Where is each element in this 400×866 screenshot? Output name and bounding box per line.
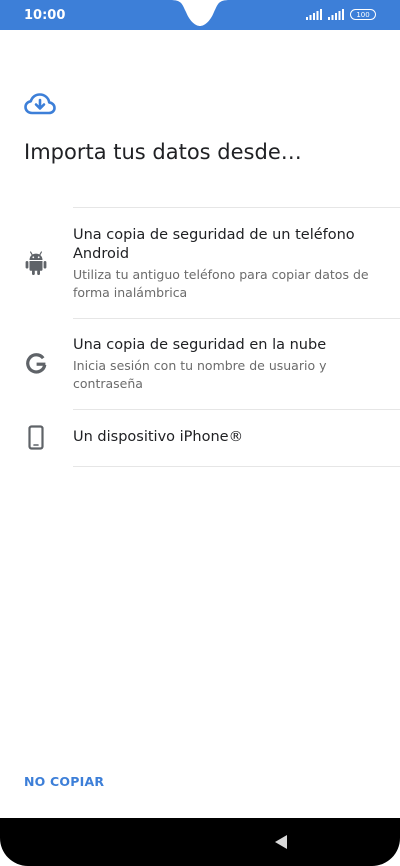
google-icon <box>26 353 47 374</box>
option-title: Una copia de seguridad en la nube <box>73 337 327 353</box>
android-icon <box>25 251 47 275</box>
option-cloud-backup[interactable]: Una copia de seguridad en la nube Inicia… <box>0 319 400 409</box>
back-icon[interactable] <box>274 834 288 850</box>
status-icons: 100 <box>306 9 376 20</box>
option-title: Una copia de seguridad de un teléfono An… <box>73 227 355 262</box>
navigation-bar <box>0 818 400 866</box>
phone-icon <box>28 425 44 450</box>
option-subtitle: Utiliza tu antiguo teléfono para copiar … <box>73 267 369 300</box>
signal-icon <box>328 9 344 20</box>
signal-icon <box>306 9 322 20</box>
status-time: 10:00 <box>24 8 66 23</box>
battery-icon: 100 <box>350 9 376 20</box>
no-copy-button[interactable]: NO COPIAR <box>24 774 104 789</box>
cloud-download-icon <box>24 93 56 115</box>
option-subtitle: Inicia sesión con tu nombre de usuario y… <box>73 358 327 391</box>
camera-notch <box>170 0 230 26</box>
page-title: Importa tus datos desde… <box>24 140 302 164</box>
option-title: Un dispositivo iPhone® <box>73 429 244 445</box>
divider <box>73 466 400 467</box>
status-bar: 10:00 100 <box>0 0 400 30</box>
option-iphone[interactable]: Un dispositivo iPhone® <box>0 410 400 466</box>
option-android-backup[interactable]: Una copia de seguridad de un teléfono An… <box>0 208 400 318</box>
